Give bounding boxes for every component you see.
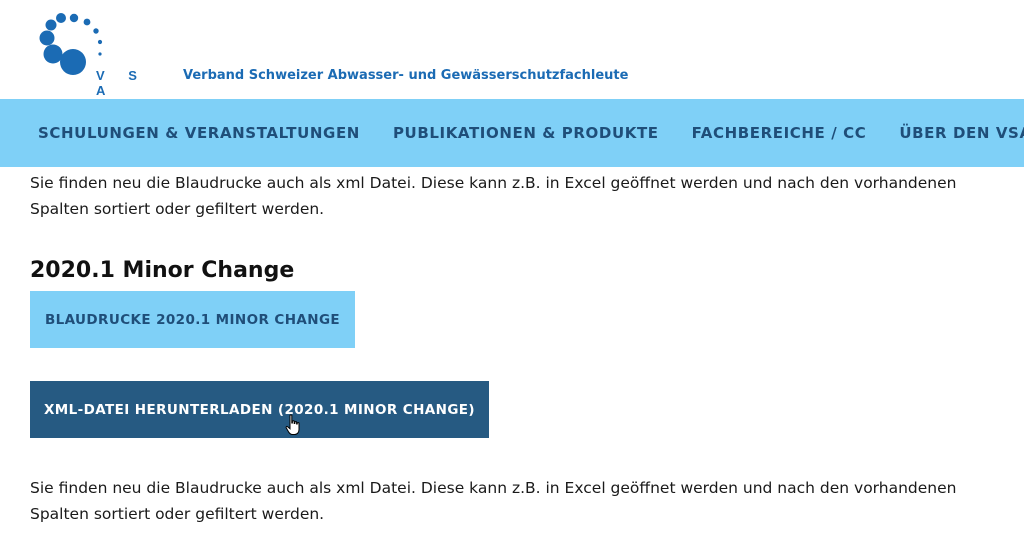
section-heading: 2020.1 Minor Change [30, 258, 295, 283]
logo-letters: V S A [96, 68, 147, 98]
nav-item-schulungen[interactable]: SCHULUNGEN & VERANSTALTUNGEN [38, 124, 360, 142]
nav-item-publikationen[interactable]: PUBLIKATIONEN & PRODUKTE [393, 124, 659, 142]
organization-name: Verband Schweizer Abwasser- und Gewässer… [183, 68, 629, 83]
nav-item-fachbereiche[interactable]: FACHBEREICHE / CC [692, 124, 867, 142]
hand-pointer-icon [285, 414, 300, 435]
outro-paragraph: Sie finden neu die Blaudrucke auch als x… [30, 479, 957, 523]
xml-download-button[interactable]: XML-DATEI HERUNTERLADEN (2020.1 MINOR CH… [30, 381, 489, 438]
main-navigation: SCHULUNGEN & VERANSTALTUNGEN PUBLIKATION… [0, 99, 1024, 167]
site-header: V S A Verband Schweizer Abwasser- und Ge… [0, 0, 1024, 99]
intro-paragraph: Sie finden neu die Blaudrucke auch als x… [30, 174, 957, 218]
nav-item-ueber-den-vsa[interactable]: ÜBER DEN VSA [899, 124, 1024, 142]
blaudrucke-button[interactable]: BLAUDRUCKE 2020.1 MINOR CHANGE [30, 291, 355, 348]
vsa-logo[interactable]: V S A [34, 10, 149, 98]
